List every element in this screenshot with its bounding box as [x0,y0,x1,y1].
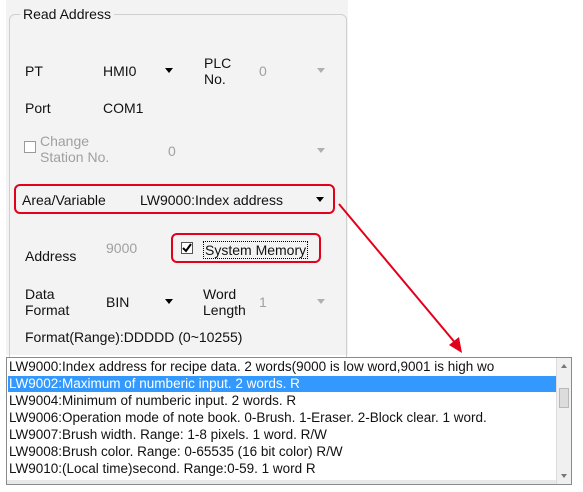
address-label: Address [25,248,77,264]
word-length-label-line2: Length [203,302,246,318]
list-item[interactable]: LW9010:(Local time)second. Range:0-59. 1… [9,461,316,477]
variable-listbox[interactable]: LW9000:Index address for recipe data. 2 … [6,357,572,485]
change-station-label-line2: Station No. [40,149,110,165]
data-format-select[interactable]: BIN [106,294,129,310]
pt-dropdown-arrow-icon[interactable] [165,68,173,73]
change-station-label-line1: Change [40,133,90,149]
list-item[interactable]: LW9008:Brush color. Range: 0-65535 (16 b… [9,444,343,460]
system-memory-label: System Memory [202,241,309,259]
data-format-label-line2: Format [25,302,70,318]
plc-no-dropdown-arrow-icon[interactable] [317,68,325,73]
group-title: Read Address [20,6,114,22]
word-length-dropdown-arrow-icon[interactable] [317,299,325,304]
checkmark-icon [182,243,192,253]
list-item[interactable]: LW9007:Brush width. Range: 1-8 pixels. 1… [9,427,327,443]
system-memory-checkbox[interactable] [181,242,193,254]
list-item[interactable]: LW9006:Operation mode of note book. 0-Br… [9,410,487,426]
list-item[interactable]: LW9000:Index address for recipe data. 2 … [9,359,494,375]
read-address-group [9,14,347,414]
area-variable-label: Area/Variable [22,192,106,208]
address-input[interactable]: 9000 [106,240,137,256]
pt-value: HMI0 [103,63,137,79]
data-format-dropdown-arrow-icon[interactable] [165,299,173,304]
pt-select[interactable]: HMI0 [103,63,163,79]
plc-no-label-line2: No. [204,71,226,87]
horizontal-scrollbar[interactable] [7,480,558,484]
plc-no-select[interactable]: 0 [259,63,267,79]
area-variable-select[interactable]: LW9000:Index address [140,192,283,208]
pt-label: PT [25,63,43,79]
change-station-checkbox[interactable] [24,141,36,153]
station-no-select[interactable]: 0 [168,143,176,159]
plc-no-label-line1: PLC [204,55,232,71]
scroll-up-icon[interactable] [561,364,567,368]
data-format-label-line1: Data [25,286,55,302]
list-item[interactable]: LW9004:Minimum of numberic input. 2 word… [9,393,296,409]
vertical-scrollbar[interactable] [556,358,571,484]
list-item-selected[interactable]: LW9002:Maximum of numberic input. 2 word… [8,376,557,392]
word-length-label-line1: Word [203,286,237,302]
scroll-down-icon[interactable] [561,474,567,478]
station-no-dropdown-arrow-icon[interactable] [317,148,325,153]
word-length-select[interactable]: 1 [259,294,267,310]
area-variable-dropdown-arrow-icon[interactable] [316,197,324,202]
port-label: Port [25,100,51,116]
scroll-thumb[interactable] [559,388,569,408]
format-range-text: Format(Range):DDDDD (0~10255) [25,329,243,345]
port-value: COM1 [103,100,144,116]
